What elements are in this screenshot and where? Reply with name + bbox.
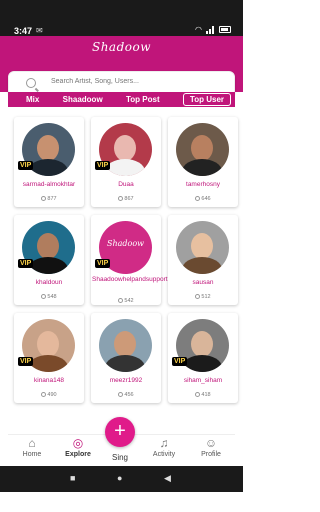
bell-icon: ♫ [159, 436, 169, 450]
nav-home[interactable]: ⌂ Home [12, 436, 52, 459]
username[interactable]: tamerhosny [168, 181, 238, 189]
vip-badge: VIP [18, 259, 34, 268]
nav-profile[interactable]: ☺ Profile [191, 436, 231, 459]
follower-count: 867 [91, 196, 161, 202]
username[interactable]: Shaadoowhelpandsupport [91, 276, 168, 284]
username[interactable]: sausan [168, 279, 238, 287]
user-icon [118, 196, 124, 202]
nav-home-label: Home [22, 451, 42, 458]
username[interactable]: Duaa [91, 181, 161, 189]
user-card[interactable]: VIP sarmad-almokhtar 877 [14, 117, 84, 207]
status-time: 3:47 [14, 26, 33, 36]
tab-bar: Mix Shaadoow Top Post Top User [8, 92, 235, 107]
user-icon [195, 196, 201, 202]
user-card[interactable]: tamerhosny 646 [168, 117, 238, 207]
avatar[interactable] [176, 123, 229, 176]
home-button[interactable]: ● [117, 473, 122, 483]
signal-icon [206, 25, 215, 34]
search-input[interactable] [51, 78, 226, 85]
app-logo: Shadoow [91, 40, 151, 54]
user-icon [41, 392, 47, 398]
nav-profile-label: Profile [201, 451, 221, 458]
wifi-icon: ◠ [195, 25, 202, 34]
user-icon [195, 294, 201, 300]
follower-count: 456 [91, 392, 161, 398]
username[interactable]: khaldoun [14, 279, 84, 287]
username[interactable]: sarmad-almokhtar [14, 181, 84, 189]
brand-logo: Shadoow [106, 239, 144, 248]
app-screen: 3:47 ✉ ◠ Shadoow Mix Shaadoow Top Post T… [0, 0, 243, 512]
recents-button[interactable]: ■ [70, 473, 75, 483]
user-grid: VIP sarmad-almokhtar 877 VIP Duaa 867 ta… [14, 117, 238, 403]
avatar[interactable] [176, 221, 229, 274]
search-bar [0, 66, 243, 97]
user-card[interactable]: VIP kinana148 490 [14, 313, 84, 403]
username[interactable]: siham_siham [168, 377, 238, 385]
username[interactable]: meezr1992 [91, 377, 161, 385]
user-icon [195, 392, 201, 398]
tab-top-user[interactable]: Top User [182, 93, 231, 106]
notification-icon: ✉ [36, 26, 43, 35]
system-navigation: ■ ● ◀ [0, 466, 243, 492]
username[interactable]: kinana148 [14, 377, 84, 385]
follower-count: 877 [14, 196, 84, 202]
profile-icon: ☺ [204, 436, 218, 450]
explore-icon: ◎ [72, 436, 84, 450]
user-card[interactable]: VIP khaldoun 548 [14, 215, 84, 305]
vip-badge: VIP [18, 357, 34, 366]
user-icon [118, 392, 124, 398]
follower-count: 542 [91, 298, 161, 304]
nav-activity-label: Activity [152, 451, 176, 458]
back-button[interactable]: ◀ [164, 473, 171, 484]
follower-count: 646 [168, 196, 238, 202]
follower-count: 490 [14, 392, 84, 398]
follower-count: 512 [168, 294, 238, 300]
user-icon [118, 298, 124, 304]
bottom-navigation: ⌂ Home ◎ Explore + Sing ♫ Activity ☺ Pro… [8, 417, 235, 464]
battery-icon [219, 26, 231, 33]
vip-badge: VIP [95, 259, 111, 268]
home-icon: ⌂ [28, 436, 36, 450]
vip-badge: VIP [18, 161, 34, 170]
user-card[interactable]: meezr1992 456 [91, 313, 161, 403]
user-card[interactable]: sausan 512 [168, 215, 238, 305]
avatar[interactable] [99, 319, 152, 372]
follower-count: 418 [168, 392, 238, 398]
vip-badge: VIP [95, 161, 111, 170]
sing-button[interactable]: + [105, 417, 135, 447]
user-card[interactable]: VIP Duaa 867 [91, 117, 161, 207]
user-icon [41, 196, 47, 202]
sing-label: Sing [111, 453, 128, 462]
tab-shaadoow[interactable]: Shaadoow [63, 95, 103, 104]
tab-mix[interactable]: Mix [26, 95, 39, 104]
search-icon [26, 78, 36, 88]
bottom-bezel [0, 492, 243, 512]
user-card[interactable]: Shadoow VIP Shaadoowhelpandsupport 542 [91, 215, 168, 305]
nav-explore-label: Explore [65, 451, 91, 458]
vip-badge: VIP [172, 357, 188, 366]
follower-count: 548 [14, 294, 84, 300]
user-icon [41, 294, 47, 300]
tab-top-post[interactable]: Top Post [126, 95, 160, 104]
user-card[interactable]: VIP siham_siham 418 [168, 313, 238, 403]
status-bar: 3:47 ✉ ◠ [0, 0, 243, 36]
nav-activity[interactable]: ♫ Activity [144, 436, 184, 459]
app-header: Shadoow [0, 36, 243, 66]
nav-explore[interactable]: ◎ Explore [58, 436, 98, 459]
